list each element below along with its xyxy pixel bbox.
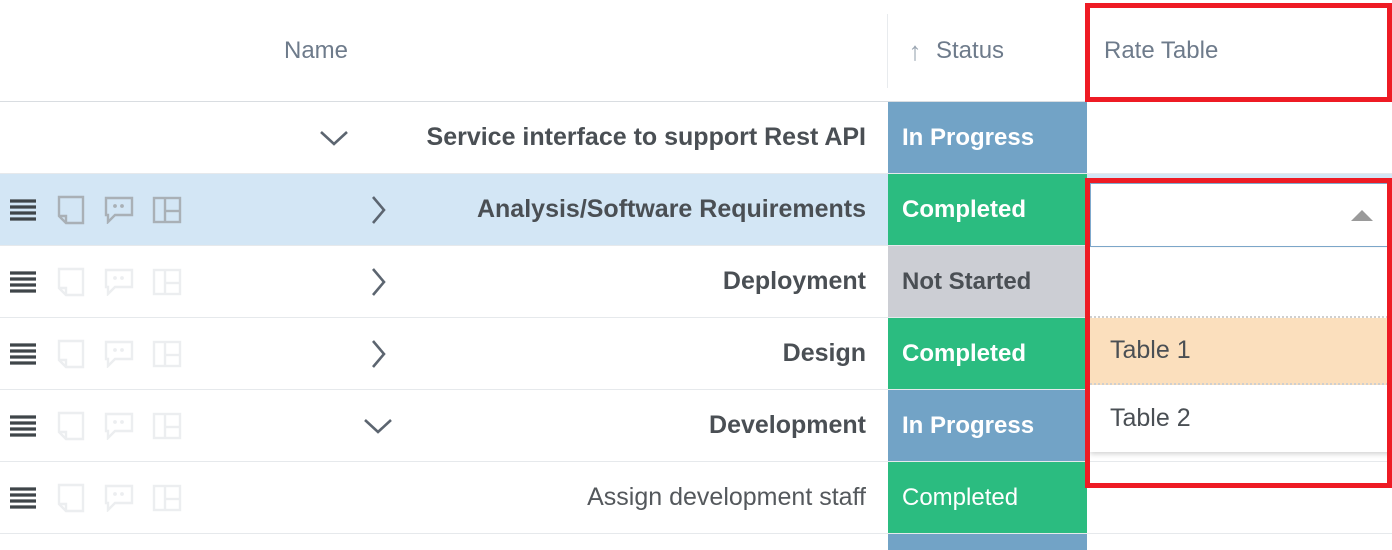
comment-icon[interactable] xyxy=(104,339,134,369)
drag-handle-icon[interactable] xyxy=(8,195,38,225)
row-name-cell[interactable]: Analysis/Software Requirements xyxy=(400,174,872,245)
column-header-status-label: Status xyxy=(936,36,1005,64)
status-badge[interactable]: In Progress xyxy=(888,390,1087,461)
row-expand-toggle[interactable] xyxy=(358,174,398,245)
row-icon-group xyxy=(8,390,182,461)
chevron-right-icon xyxy=(368,194,388,226)
caret-up-icon[interactable] xyxy=(1351,210,1373,221)
rate-table-grid-app: Name ↑ Status Rate Table Service interfa… xyxy=(0,0,1392,550)
rate-table-combobox[interactable] xyxy=(1090,183,1392,247)
row-collapse-toggle[interactable] xyxy=(358,390,398,461)
rate-table-option[interactable]: Table 1 xyxy=(1090,318,1392,385)
comment-icon[interactable] xyxy=(104,267,134,297)
row-expand-toggle[interactable] xyxy=(358,246,398,317)
column-header-status[interactable]: ↑ Status xyxy=(888,0,1088,101)
table-row[interactable]: Assign development staff Completed xyxy=(0,462,1392,534)
comment-icon[interactable] xyxy=(104,411,134,441)
chevron-down-icon xyxy=(318,128,350,148)
attachment-grid-icon[interactable] xyxy=(152,195,182,225)
comment-icon[interactable] xyxy=(104,483,134,513)
note-icon[interactable] xyxy=(56,267,86,297)
row-name-cell[interactable]: Service interface to support Rest API xyxy=(360,102,872,173)
rate-table-option[interactable] xyxy=(1090,248,1392,318)
rate-table-option[interactable]: Table 2 xyxy=(1090,385,1392,452)
status-badge[interactable]: Completed xyxy=(888,462,1087,533)
note-icon[interactable] xyxy=(56,339,86,369)
chevron-right-icon xyxy=(368,266,388,298)
chevron-down-icon xyxy=(362,416,394,436)
row-expand-toggle[interactable] xyxy=(358,318,398,389)
row-icon-group xyxy=(8,174,182,245)
column-header-name[interactable]: Name xyxy=(0,0,888,101)
table-row[interactable]: Service interface to support Rest API In … xyxy=(0,102,1392,174)
column-header-rate-table[interactable]: Rate Table xyxy=(1088,0,1392,101)
status-badge[interactable]: Not Started xyxy=(888,246,1087,317)
row-collapse-toggle[interactable] xyxy=(314,102,354,173)
status-badge[interactable]: In Progress xyxy=(888,102,1087,173)
row-name-cell[interactable]: Design xyxy=(400,318,872,389)
row-name-cell[interactable] xyxy=(420,534,872,550)
arrow-up-icon: ↑ xyxy=(908,35,922,66)
drag-handle-icon[interactable] xyxy=(8,483,38,513)
table-row[interactable] xyxy=(0,534,1392,550)
column-header-rate-table-label: Rate Table xyxy=(1104,36,1219,64)
rate-table-dropdown-menu[interactable]: Table 1 Table 2 xyxy=(1090,248,1392,452)
attachment-grid-icon[interactable] xyxy=(152,267,182,297)
attachment-grid-icon[interactable] xyxy=(152,339,182,369)
column-header-name-label: Name xyxy=(283,36,349,64)
row-icon-group xyxy=(8,318,182,389)
row-name-cell[interactable]: Development xyxy=(400,390,872,461)
grid-header: Name ↑ Status Rate Table xyxy=(0,0,1392,102)
drag-handle-icon[interactable] xyxy=(8,267,38,297)
row-icon-group xyxy=(8,462,182,533)
status-badge[interactable]: Completed xyxy=(888,174,1087,245)
note-icon[interactable] xyxy=(56,195,86,225)
attachment-grid-icon[interactable] xyxy=(152,411,182,441)
chevron-right-icon xyxy=(368,338,388,370)
drag-handle-icon[interactable] xyxy=(8,339,38,369)
row-icon-group xyxy=(8,246,182,317)
note-icon[interactable] xyxy=(56,411,86,441)
status-badge[interactable]: Completed xyxy=(888,318,1087,389)
status-badge[interactable] xyxy=(888,534,1087,550)
note-icon[interactable] xyxy=(56,483,86,513)
drag-handle-icon[interactable] xyxy=(8,411,38,441)
row-name-cell[interactable]: Deployment xyxy=(400,246,872,317)
row-name-cell[interactable]: Assign development staff xyxy=(420,462,872,533)
comment-icon[interactable] xyxy=(104,195,134,225)
attachment-grid-icon[interactable] xyxy=(152,483,182,513)
